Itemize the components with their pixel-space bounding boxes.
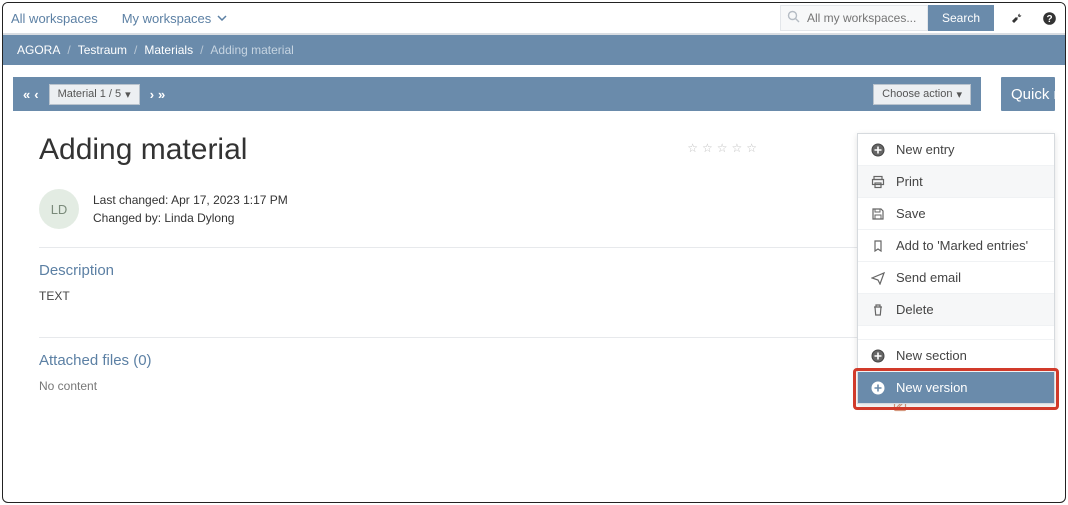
menu-send-email[interactable]: Send email xyxy=(858,262,1054,294)
menu-save[interactable]: Save xyxy=(858,198,1054,230)
wrench-icon[interactable] xyxy=(1010,11,1024,25)
help-icon[interactable]: ? xyxy=(1042,11,1057,26)
menu-label: Save xyxy=(896,206,926,221)
material-selector-label: Material 1 / 5 xyxy=(58,88,122,100)
crumb-materials[interactable]: Materials xyxy=(144,43,193,57)
menu-label: Delete xyxy=(896,302,934,317)
save-icon xyxy=(870,207,886,221)
rating-stars[interactable]: ☆☆☆☆☆ xyxy=(687,141,761,155)
menu-label: New section xyxy=(896,348,967,363)
crumb-current: Adding material xyxy=(210,43,293,57)
section-files-title: Attached files (0) xyxy=(39,352,955,369)
search-box xyxy=(780,5,928,31)
menu-new-section[interactable]: New section xyxy=(858,340,1054,372)
nav-prev-icons[interactable]: «‹ xyxy=(23,87,39,102)
menu-label: New entry xyxy=(896,142,955,157)
svg-text:?: ? xyxy=(1046,14,1052,25)
material-selector[interactable]: Material 1 / 5 ▾ xyxy=(49,84,140,105)
files-no-content: No content xyxy=(39,379,955,393)
menu-delete[interactable]: Delete xyxy=(858,294,1054,326)
tab-my-workspaces[interactable]: My workspaces xyxy=(122,11,228,26)
search-input[interactable] xyxy=(807,11,927,25)
description-content: TEXT xyxy=(39,289,955,303)
crumb-testraum[interactable]: Testraum xyxy=(78,43,127,57)
last-changed-text: Last changed: Apr 17, 2023 1:17 PM xyxy=(93,191,288,209)
divider xyxy=(39,337,955,338)
action-menu: New entry Print Save Add to 'Marked entr… xyxy=(857,133,1055,404)
plus-circle-icon xyxy=(870,143,886,157)
send-icon xyxy=(870,271,886,285)
main-panel: «‹ Material 1 / 5 ▾ ›» Choose action ▾ A… xyxy=(13,77,981,403)
chevron-down-icon xyxy=(217,15,227,21)
search-icon xyxy=(781,10,807,26)
menu-new-version[interactable]: New version xyxy=(858,372,1054,403)
top-bar: All workspaces My workspaces Search ? xyxy=(3,3,1065,35)
quick-nav-header[interactable]: Quick n xyxy=(1001,77,1055,111)
menu-label: Send email xyxy=(896,270,961,285)
menu-gap xyxy=(858,326,1054,340)
print-icon xyxy=(870,175,886,189)
menu-new-entry[interactable]: New entry xyxy=(858,134,1054,166)
page-title: Adding material xyxy=(39,133,955,167)
caret-down-icon: ▾ xyxy=(125,88,131,101)
divider xyxy=(39,247,955,248)
caret-down-icon: ▾ xyxy=(956,88,962,101)
nav-next-icons[interactable]: ›» xyxy=(150,87,166,102)
section-description-title: Description xyxy=(39,262,955,279)
menu-add-marked[interactable]: Add to 'Marked entries' xyxy=(858,230,1054,262)
choose-action-label: Choose action xyxy=(882,88,952,100)
tab-my-workspaces-label: My workspaces xyxy=(122,11,212,26)
plus-circle-icon xyxy=(870,381,886,395)
avatar: LD xyxy=(39,189,79,229)
tab-all-workspaces[interactable]: All workspaces xyxy=(11,11,98,26)
menu-label: New version xyxy=(896,380,968,395)
changed-by-text: Changed by: Linda Dylong xyxy=(93,209,288,227)
search-button[interactable]: Search xyxy=(928,5,994,31)
panel-header: «‹ Material 1 / 5 ▾ ›» Choose action ▾ xyxy=(13,77,981,111)
menu-label: Print xyxy=(896,174,923,189)
trash-icon xyxy=(870,303,886,317)
bookmark-icon xyxy=(870,239,886,253)
crumb-agora[interactable]: AGORA xyxy=(17,43,60,57)
menu-label: Add to 'Marked entries' xyxy=(896,238,1028,253)
menu-print[interactable]: Print xyxy=(858,166,1054,198)
plus-circle-icon xyxy=(870,349,886,363)
breadcrumb: AGORA / Testraum / Materials / Adding ma… xyxy=(3,35,1065,65)
choose-action-button[interactable]: Choose action ▾ xyxy=(873,84,971,105)
